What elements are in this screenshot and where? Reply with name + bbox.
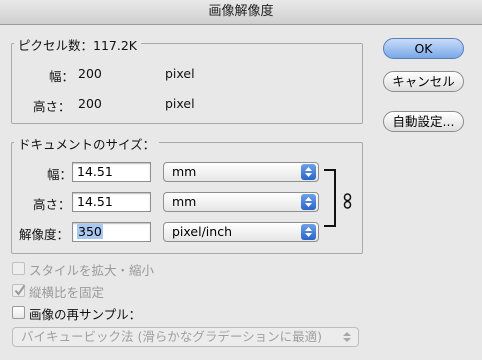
resolution-label: 解像度：	[19, 227, 70, 242]
resample-image-checkbox[interactable]	[12, 306, 25, 319]
doc-width-unit-select[interactable]: mm	[163, 162, 319, 182]
chain-link-icon	[343, 193, 352, 209]
document-size-legend: ドキュメントのサイズ：	[14, 134, 160, 153]
doc-width-label: 幅：	[47, 167, 73, 182]
pixel-height-label: 高さ：	[33, 99, 71, 114]
resolution-unit-value: pixel/inch	[172, 224, 232, 239]
doc-width-unit-value: mm	[172, 164, 197, 179]
scale-styles-label: スタイルを拡大・縮小	[29, 263, 155, 278]
resample-method-value: バイキュービック法 (滑らかなグラデーションに最適)	[21, 329, 322, 344]
window-title: 画像解像度	[0, 0, 482, 25]
resample-image-label: 画像の再サンプル：	[29, 307, 142, 322]
scale-styles-checkbox[interactable]	[12, 262, 25, 275]
doc-width-field[interactable]: 14.51	[72, 162, 151, 182]
pixel-width-value: 200	[78, 66, 102, 81]
resolution-value-selected: 350	[77, 224, 103, 239]
updown-arrows-icon	[301, 194, 316, 210]
auto-button[interactable]: 自動設定...	[383, 111, 464, 132]
pixel-dimensions-legend: ピクセル数：117.2K	[14, 35, 141, 54]
doc-height-unit-value: mm	[172, 194, 197, 209]
constrain-proportions-label: 縦横比を固定	[29, 285, 105, 300]
doc-height-unit-select[interactable]: mm	[163, 192, 319, 212]
resample-method-select[interactable]: バイキュービック法 (滑らかなグラデーションに最適)	[12, 327, 359, 347]
pixel-width-label: 幅：	[49, 69, 75, 84]
updown-arrows-icon	[301, 164, 316, 180]
pixel-width-unit: pixel	[165, 66, 195, 81]
pixel-height-unit: pixel	[165, 96, 195, 111]
pixel-height-value: 200	[78, 96, 102, 111]
resolution-field[interactable]: 350	[72, 222, 151, 242]
doc-height-field[interactable]: 14.51	[72, 192, 151, 212]
doc-height-label: 高さ：	[33, 197, 71, 212]
constrain-proportions-checkbox[interactable]	[12, 284, 26, 297]
cancel-button[interactable]: キャンセル	[383, 71, 464, 92]
ok-button[interactable]: OK	[383, 38, 464, 59]
updown-arrows-icon	[301, 224, 316, 240]
updown-arrows-icon	[343, 332, 351, 342]
resolution-unit-select[interactable]: pixel/inch	[163, 222, 319, 242]
